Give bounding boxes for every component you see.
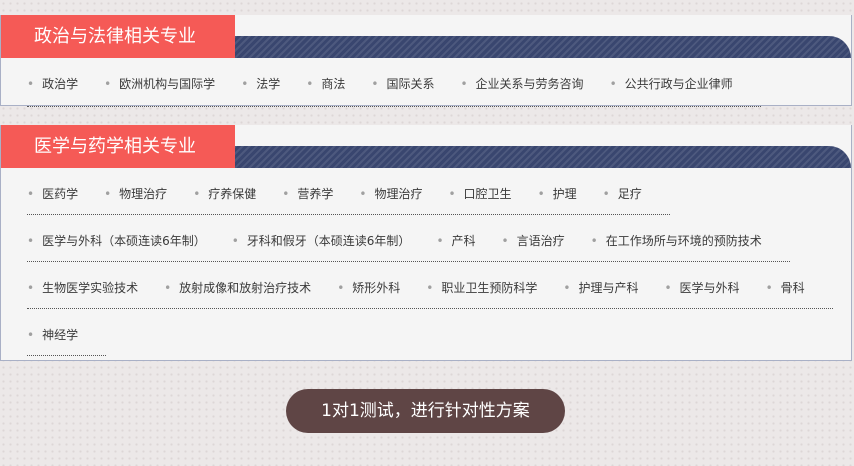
section-header: 医学与药学相关专业: [1, 125, 851, 168]
major-link[interactable]: • 医学与外科: [664, 279, 739, 296]
bullet-icon: •: [426, 280, 434, 295]
bullet-icon: •: [371, 76, 379, 91]
major-label: 神经学: [42, 328, 79, 342]
major-row: • 生物医学实验技术 • 放射成像和放射治疗技术 • 矫形外科 • 职业卫生预防科学 •…: [1, 279, 851, 309]
section-header: 政治与法律相关专业: [1, 15, 851, 58]
major-link[interactable]: • 职业卫生预防科学: [426, 279, 537, 296]
bullet-icon: •: [193, 186, 201, 201]
major-label: 口腔卫生: [463, 187, 512, 201]
major-row: • 医学与外科（本硕连读6年制） • 牙科和假牙（本硕连读6年制） • 产科 • 言语治…: [1, 232, 851, 262]
major-label: 牙科和假牙（本硕连读6年制）: [246, 234, 411, 248]
bullet-icon: •: [765, 280, 773, 295]
major-link[interactable]: • 物理治疗: [104, 185, 167, 202]
major-link[interactable]: • 政治学: [27, 75, 78, 92]
major-label: 医学与外科（本硕连读6年制）: [42, 234, 206, 248]
major-label: 物理治疗: [374, 187, 423, 201]
bullet-icon: •: [664, 280, 672, 295]
major-label: 国际关系: [386, 77, 435, 91]
bullet-icon: •: [359, 186, 367, 201]
major-link[interactable]: • 护理: [538, 185, 577, 202]
section-medicine-pharmacy: 医学与药学相关专业 • 医药学 • 物理治疗 • 疗养保健 • 营养学 • 物理治疗 • 口…: [0, 125, 852, 361]
major-label: 言语治疗: [516, 234, 565, 248]
bullet-icon: •: [609, 76, 617, 91]
major-label: 足疗: [617, 187, 642, 201]
major-link[interactable]: • 口腔卫生: [448, 185, 511, 202]
major-link[interactable]: • 放射成像和放射治疗技术: [164, 279, 311, 296]
major-label: 政治学: [42, 77, 79, 91]
bullet-icon: •: [602, 186, 610, 201]
bullet-icon: •: [501, 233, 509, 248]
bullet-icon: •: [104, 186, 112, 201]
major-link[interactable]: • 疗养保健: [193, 185, 256, 202]
major-link[interactable]: • 企业关系与劳务咨询: [460, 75, 583, 92]
bullet-icon: •: [231, 233, 239, 248]
major-label: 矫形外科: [352, 281, 401, 295]
major-label: 骨科: [780, 281, 805, 295]
bullet-icon: •: [460, 76, 468, 91]
major-label: 物理治疗: [119, 187, 168, 201]
bullet-icon: •: [306, 76, 314, 91]
major-link[interactable]: • 矫形外科: [337, 279, 400, 296]
major-link[interactable]: • 在工作场所与环境的预防技术: [591, 232, 762, 249]
major-label: 职业卫生预防科学: [441, 281, 538, 295]
bullet-icon: •: [448, 186, 456, 201]
major-link[interactable]: • 公共行政与企业律师: [610, 75, 733, 92]
bullet-icon: •: [241, 76, 249, 91]
major-label: 放射成像和放射治疗技术: [179, 281, 312, 295]
major-label: 商法: [321, 77, 346, 91]
major-link[interactable]: • 言语治疗: [502, 232, 565, 249]
major-label: 生物医学实验技术: [42, 281, 139, 295]
bullet-icon: •: [337, 280, 345, 295]
bullet-icon: •: [27, 186, 35, 201]
major-link[interactable]: • 骨科: [766, 279, 805, 296]
major-label: 产科: [451, 234, 476, 248]
major-row: • 医药学 • 物理治疗 • 疗养保健 • 营养学 • 物理治疗 • 口腔卫生 • 护理 • 足…: [1, 185, 851, 215]
bullet-icon: •: [27, 76, 35, 91]
bullet-icon: •: [563, 280, 571, 295]
major-label: 法学: [256, 77, 281, 91]
major-link[interactable]: • 生物医学实验技术: [27, 279, 138, 296]
major-link[interactable]: • 产科: [436, 232, 475, 249]
major-row: • 神经学: [1, 326, 851, 356]
bullet-icon: •: [27, 327, 35, 342]
major-link[interactable]: • 欧洲机构与国际学: [104, 75, 215, 92]
bullet-icon: •: [590, 233, 598, 248]
major-label: 医学与外科: [679, 281, 740, 295]
major-link[interactable]: • 医药学: [27, 185, 78, 202]
major-label: 在工作场所与环境的预防技术: [605, 234, 762, 248]
major-label: 医药学: [42, 187, 79, 201]
section-title: 政治与法律相关专业: [1, 15, 235, 58]
major-link[interactable]: • 商法: [306, 75, 345, 92]
major-link[interactable]: • 神经学: [27, 326, 78, 343]
bullet-icon: •: [537, 186, 545, 201]
bullet-icon: •: [282, 186, 290, 201]
major-link[interactable]: • 法学: [241, 75, 280, 92]
bullet-icon: •: [27, 280, 35, 295]
major-label: 护理: [552, 187, 577, 201]
major-link[interactable]: • 护理与产科: [563, 279, 638, 296]
consultation-button[interactable]: 1对1测试，进行针对性方案: [286, 389, 565, 433]
major-link[interactable]: • 牙科和假牙（本硕连读6年制）: [232, 232, 411, 249]
major-label: 营养学: [297, 187, 334, 201]
section-title: 医学与药学相关专业: [1, 125, 235, 168]
bullet-icon: •: [164, 280, 172, 295]
major-link[interactable]: • 医学与外科（本硕连读6年制）: [27, 232, 206, 249]
major-link[interactable]: • 国际关系: [371, 75, 434, 92]
bullet-icon: •: [104, 76, 112, 91]
bullet-icon: •: [27, 233, 35, 248]
major-label: 公共行政与企业律师: [624, 77, 733, 91]
major-link[interactable]: • 足疗: [603, 185, 642, 202]
bullet-icon: •: [436, 233, 444, 248]
major-label: 护理与产科: [578, 281, 639, 295]
major-row: • 政治学 • 欧洲机构与国际学 • 法学 • 商法 • 国际关系 • 企业关系与劳务咨询 …: [1, 75, 851, 107]
major-label: 欧洲机构与国际学: [119, 77, 216, 91]
major-label: 疗养保健: [208, 187, 257, 201]
major-label: 企业关系与劳务咨询: [475, 77, 584, 91]
section-politics-law: 政治与法律相关专业 • 政治学 • 欧洲机构与国际学 • 法学 • 商法 • 国际关系 •…: [0, 15, 852, 107]
major-link[interactable]: • 物理治疗: [359, 185, 422, 202]
major-link[interactable]: • 营养学: [282, 185, 333, 202]
